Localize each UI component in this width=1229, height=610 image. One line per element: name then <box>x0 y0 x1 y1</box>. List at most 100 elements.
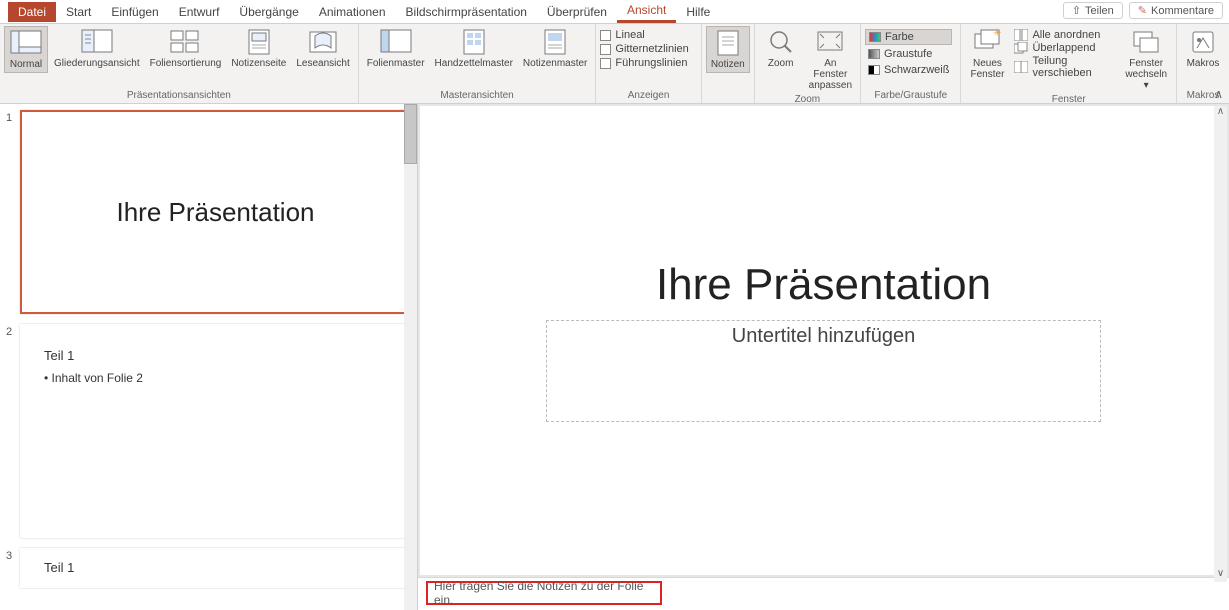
menu-tabs: Datei Start Einfügen Entwurf Übergänge A… <box>0 0 1229 24</box>
thumbnail-row-1[interactable]: 1 Ihre Präsentation <box>0 104 417 318</box>
tab-view[interactable]: Ansicht <box>617 0 676 23</box>
reading-view-button[interactable]: Leseansicht <box>292 26 353 71</box>
collapse-ribbon-button[interactable]: ∧ <box>1214 87 1223 101</box>
new-window-icon: ✳ <box>971 28 1003 56</box>
scroll-up-icon[interactable]: ∧ <box>1214 106 1227 120</box>
tab-insert[interactable]: Einfügen <box>101 2 168 22</box>
color-swatch-icon <box>869 32 881 42</box>
notes-toggle-button[interactable]: Notizen <box>706 26 750 73</box>
slide-sorter-button[interactable]: Foliensortierung <box>146 26 226 71</box>
comments-button[interactable]: ✎Kommentare <box>1129 2 1223 19</box>
slide-canvas[interactable]: Ihre Präsentation Untertitel hinzufügen <box>438 114 1209 567</box>
zoom-button[interactable]: Zoom <box>759 26 803 71</box>
notes-master-icon <box>539 28 571 56</box>
slide-master-button[interactable]: Folienmaster <box>363 26 429 71</box>
macros-icon <box>1187 28 1219 56</box>
macros-button[interactable]: Makros <box>1181 26 1225 71</box>
thumb-title: Teil 1 <box>44 560 74 575</box>
group-label-presentation: Präsentationsansichten <box>4 89 354 103</box>
tab-slideshow[interactable]: Bildschirmpräsentation <box>396 2 537 22</box>
group-show: Lineal Gitternetzlinien Führungslinien A… <box>596 24 701 103</box>
svg-text:✳: ✳ <box>993 28 1001 39</box>
handout-master-icon <box>458 28 490 56</box>
notes-panel: Hier tragen Sie die Notizen zu der Folie… <box>418 577 1229 610</box>
notes-master-button[interactable]: Notizenmaster <box>519 26 591 71</box>
color-button[interactable]: Farbe <box>865 29 952 45</box>
overlap-icon <box>1014 42 1028 54</box>
overlap-button[interactable]: Überlappend <box>1011 42 1118 54</box>
slide-thumbnail-2[interactable]: Teil 1 • Inhalt von Folie 2 <box>20 324 411 538</box>
group-notes: Notizen <box>702 24 754 103</box>
tab-start[interactable]: Start <box>56 2 101 22</box>
slide-thumbnail-3[interactable]: Teil 1 <box>20 548 411 588</box>
fit-window-button[interactable]: An Fensteranpassen <box>805 26 856 93</box>
group-color: Farbe Graustufe Schwarzweiß Farbe/Graust… <box>861 24 961 103</box>
slide-number: 3 <box>6 548 20 588</box>
blackwhite-button[interactable]: Schwarzweiß <box>865 63 952 77</box>
tab-transitions[interactable]: Übergänge <box>229 2 308 22</box>
slide-subtitle-placeholder[interactable]: Untertitel hinzufügen <box>546 320 1101 422</box>
thumbnail-row-2[interactable]: 2 Teil 1 • Inhalt von Folie 2 <box>0 318 417 542</box>
ruler-checkbox[interactable]: Lineal <box>600 29 688 41</box>
group-window: ✳ NeuesFenster Alle anordnen Überlappend… <box>961 24 1177 103</box>
thumbnail-row-3[interactable]: 3 Teil 1 <box>0 542 417 592</box>
zoom-icon <box>765 28 797 56</box>
gridlines-checkbox[interactable]: Gitternetzlinien <box>600 43 688 55</box>
notes-icon <box>712 29 744 57</box>
guides-checkbox[interactable]: Führungslinien <box>600 57 688 69</box>
tab-animations[interactable]: Animationen <box>309 2 396 22</box>
slide-sorter-icon <box>169 28 201 56</box>
chevron-down-icon: ▾ <box>1144 80 1149 91</box>
fit-window-icon <box>814 28 846 56</box>
slide-thumbnails-panel[interactable]: 1 Ihre Präsentation 2 Teil 1 • Inhalt vo… <box>0 104 418 610</box>
editor-scrollbar[interactable]: ∧ ∨ <box>1214 106 1227 582</box>
bw-swatch-icon <box>868 65 880 75</box>
main-area: 1 Ihre Präsentation 2 Teil 1 • Inhalt vo… <box>0 104 1229 610</box>
notes-input-highlighted[interactable]: Hier tragen Sie die Notizen zu der Folie… <box>426 581 662 605</box>
tab-help[interactable]: Hilfe <box>676 2 720 22</box>
slide-number: 2 <box>6 324 20 538</box>
slide-number: 1 <box>6 110 20 314</box>
notes-placeholder-text: Hier tragen Sie die Notizen zu der Folie… <box>434 579 654 607</box>
grayscale-button[interactable]: Graustufe <box>865 47 952 61</box>
scroll-down-icon[interactable]: ∨ <box>1214 568 1227 582</box>
subtitle-placeholder-text: Untertitel hinzufügen <box>732 325 915 348</box>
share-button[interactable]: ⇧Teilen <box>1063 2 1123 19</box>
move-split-button[interactable]: Teilung verschieben <box>1011 55 1118 79</box>
tab-design[interactable]: Entwurf <box>169 2 230 22</box>
outline-view-icon <box>81 28 113 56</box>
slide-master-icon <box>380 28 412 56</box>
thumb-title: Ihre Präsentation <box>116 197 314 228</box>
handout-master-button[interactable]: Handzettelmaster <box>431 26 517 71</box>
normal-view-button[interactable]: Normal <box>4 26 48 73</box>
thumbnails-scrollbar[interactable] <box>404 104 417 610</box>
group-zoom: Zoom An Fensteranpassen Zoom <box>755 24 861 103</box>
notes-page-icon <box>243 28 275 56</box>
slide-title-text[interactable]: Ihre Präsentation <box>656 260 991 310</box>
reading-view-icon <box>307 28 339 56</box>
notes-page-button[interactable]: Notizenseite <box>227 26 290 71</box>
ribbon: Normal Gliederungsansicht Foliensortieru… <box>0 24 1229 104</box>
tab-review[interactable]: Überprüfen <box>537 2 617 22</box>
tab-file[interactable]: Datei <box>8 2 56 22</box>
slide-editor: Ihre Präsentation Untertitel hinzufügen … <box>418 104 1229 610</box>
thumb-title: Teil 1 <box>44 348 74 363</box>
arrange-all-button[interactable]: Alle anordnen <box>1011 29 1118 41</box>
gray-swatch-icon <box>868 49 880 59</box>
outline-view-button[interactable]: Gliederungsansicht <box>50 26 144 71</box>
tabs-right: ⇧Teilen ✎Kommentare <box>1063 2 1223 19</box>
group-master-views: Folienmaster Handzettelmaster Notizenmas… <box>359 24 597 103</box>
group-label-show: Anzeigen <box>600 89 696 103</box>
slide-thumbnail-1[interactable]: Ihre Präsentation <box>20 110 411 314</box>
switch-window-icon <box>1130 28 1162 56</box>
new-window-button[interactable]: ✳ NeuesFenster <box>965 26 1009 82</box>
group-label-color: Farbe/Graustufe <box>865 89 956 103</box>
normal-view-icon <box>10 29 42 57</box>
thumb-body: • Inhalt von Folie 2 <box>44 371 143 385</box>
arrange-icon <box>1014 29 1028 41</box>
comment-icon: ✎ <box>1138 4 1147 17</box>
share-icon: ⇧ <box>1072 4 1081 17</box>
split-icon <box>1014 61 1028 73</box>
switch-window-button[interactable]: Fensterwechseln ▾ <box>1120 26 1172 93</box>
slide-canvas-wrap: Ihre Präsentation Untertitel hinzufügen <box>420 106 1227 575</box>
